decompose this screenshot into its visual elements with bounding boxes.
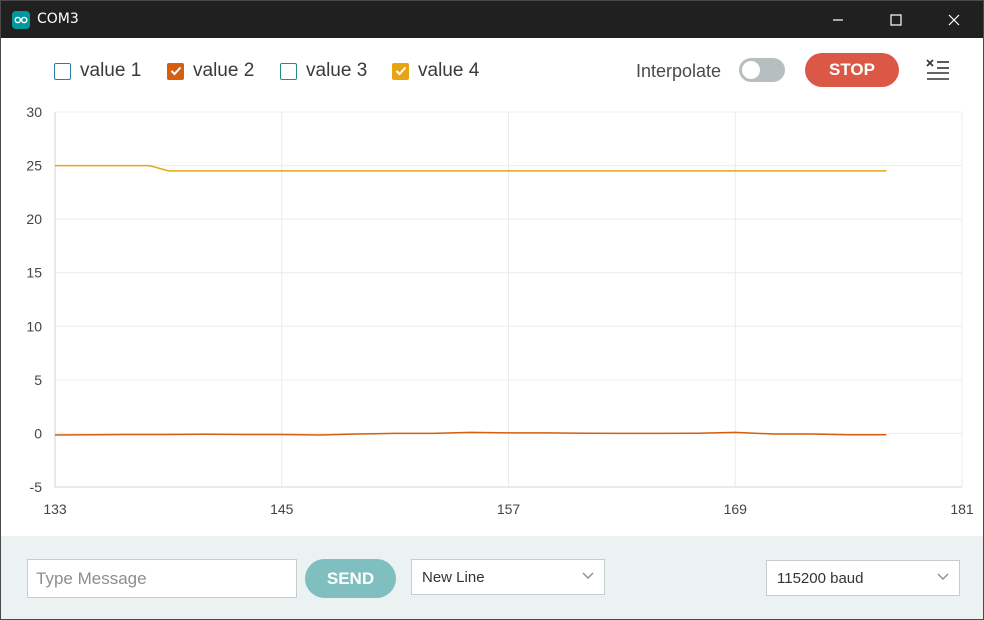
plot-area: -5 0 5 10 15 20 25 30 133 145 157 169 181 <box>1 104 983 536</box>
legend-item-value-4[interactable]: value 4 <box>392 60 479 82</box>
legend-label: value 1 <box>80 60 142 81</box>
interpolate-toggle[interactable] <box>739 58 785 82</box>
series-line-value-4 <box>55 164 887 172</box>
baud-rate-select[interactable]: 115200 baud <box>766 560 960 596</box>
minimize-icon <box>833 18 843 21</box>
y-tick-label: -5 <box>30 479 43 495</box>
x-tick-label: 145 <box>270 501 294 517</box>
close-icon <box>948 14 960 25</box>
message-input[interactable] <box>27 559 297 598</box>
legend-checkbox[interactable] <box>392 62 409 80</box>
serial-plotter-window: COM3 value 1 value 2 value 3 value 4 Int… <box>0 0 984 620</box>
legend-label: value 4 <box>418 60 480 81</box>
checkmark-icon <box>170 66 181 76</box>
legend-item-value-3[interactable]: value 3 <box>280 60 367 82</box>
legend-label: value 3 <box>306 60 368 81</box>
y-tick-label: 15 <box>26 265 42 281</box>
x-tick-label: 157 <box>497 501 521 517</box>
legend-item-value-1[interactable]: value 1 <box>54 60 141 82</box>
y-tick-label: 5 <box>34 372 42 388</box>
maximize-icon <box>890 13 902 26</box>
line-ending-select[interactable]: New Line <box>411 559 605 595</box>
checkmark-icon <box>395 66 406 76</box>
close-button[interactable] <box>925 1 983 38</box>
clear-plot-button[interactable] <box>925 58 951 82</box>
send-button[interactable]: SEND <box>305 559 396 598</box>
arduino-logo-icon <box>12 11 30 29</box>
line-ending-value: New Line <box>422 569 485 586</box>
baud-rate-value: 115200 baud <box>777 570 864 587</box>
stop-button[interactable]: STOP <box>805 53 899 87</box>
x-tick-label: 133 <box>43 501 67 517</box>
interpolate-label: Interpolate <box>636 61 722 81</box>
title-bar: COM3 <box>1 1 983 38</box>
legend-checkbox[interactable] <box>167 62 184 80</box>
legend-checkbox[interactable] <box>54 62 71 80</box>
toggle-knob <box>742 61 760 79</box>
legend-item-value-2[interactable]: value 2 <box>167 60 254 82</box>
chevron-down-icon <box>582 572 594 579</box>
y-tick-label: 0 <box>34 425 42 441</box>
legend-label: value 2 <box>193 60 255 81</box>
message-bar: SEND New Line 115200 baud <box>1 536 983 619</box>
chevron-down-icon <box>937 573 949 580</box>
window-title: COM3 <box>37 11 79 27</box>
y-tick-label: 20 <box>26 211 42 227</box>
y-tick-label: 25 <box>26 158 42 174</box>
minimize-button[interactable] <box>809 1 867 38</box>
plotter-toolbar: value 1 value 2 value 3 value 4 Interpol… <box>1 38 983 104</box>
legend-checkbox[interactable] <box>280 62 297 80</box>
x-tick-label: 169 <box>724 501 748 517</box>
clear-list-icon <box>926 59 949 80</box>
x-tick-label: 181 <box>950 501 974 517</box>
maximize-button[interactable] <box>867 1 925 38</box>
y-tick-label: 30 <box>26 104 42 120</box>
line-chart: -5 0 5 10 15 20 25 30 133 145 157 169 181 <box>26 104 974 517</box>
y-tick-label: 10 <box>26 318 42 334</box>
